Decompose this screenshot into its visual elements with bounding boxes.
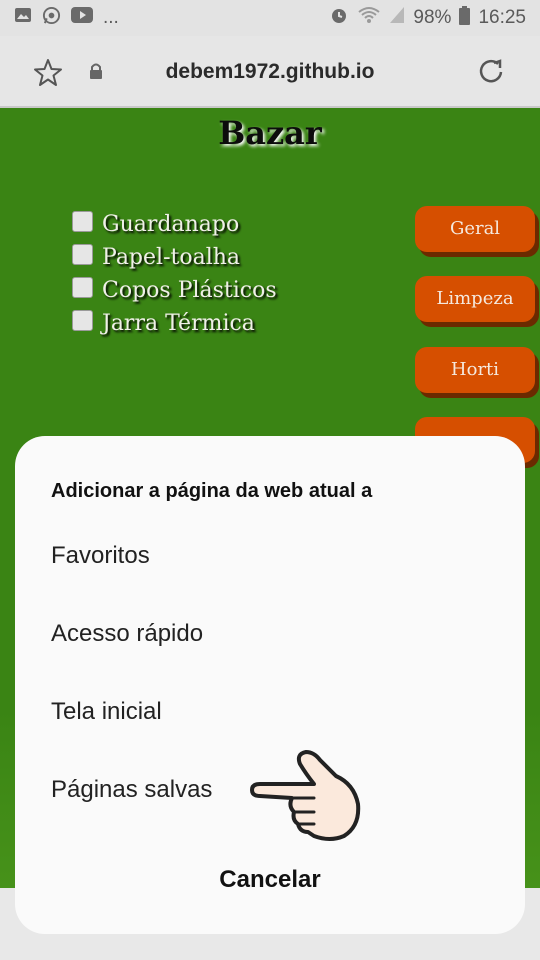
list-item[interactable]: Jarra Térmica bbox=[72, 307, 277, 340]
more-notifications: ... bbox=[103, 7, 119, 28]
list-item[interactable]: Copos Plásticos bbox=[72, 274, 277, 307]
list-item[interactable]: Papel-toalha bbox=[72, 241, 277, 274]
cancel-button[interactable]: Cancelar bbox=[15, 866, 525, 894]
clock: 16:25 bbox=[478, 7, 526, 28]
option-paginas-salvas[interactable]: Páginas salvas bbox=[51, 776, 212, 804]
option-tela-inicial[interactable]: Tela inicial bbox=[51, 698, 162, 726]
wifi-icon bbox=[357, 6, 381, 30]
reload-icon[interactable] bbox=[476, 57, 506, 92]
url-text[interactable]: debem1972.github.io bbox=[0, 60, 540, 84]
item-checklist: Guardanapo Papel-toalha Copos Plásticos … bbox=[72, 208, 277, 340]
page-title: Bazar bbox=[218, 114, 322, 152]
item-label: Jarra Térmica bbox=[102, 311, 255, 336]
pointing-hand-icon bbox=[248, 748, 363, 848]
option-favoritos[interactable]: Favoritos bbox=[51, 542, 150, 570]
browser-url-bar: debem1972.github.io bbox=[0, 36, 540, 108]
item-label: Guardanapo bbox=[102, 212, 240, 237]
status-bar: ... 98% 16:25 bbox=[0, 0, 540, 36]
whatsapp-icon bbox=[42, 6, 61, 31]
category-button-horti[interactable]: Horti bbox=[415, 347, 535, 393]
signal-icon bbox=[389, 6, 405, 30]
checkbox[interactable] bbox=[72, 310, 93, 331]
checkbox[interactable] bbox=[72, 277, 93, 298]
dialog-title: Adicionar a página da web atual a bbox=[51, 480, 373, 502]
category-button-limpeza[interactable]: Limpeza bbox=[415, 276, 535, 322]
checkbox[interactable] bbox=[72, 211, 93, 232]
category-button-geral[interactable]: Geral bbox=[415, 206, 535, 252]
battery-icon bbox=[459, 5, 471, 31]
alarm-icon bbox=[329, 5, 349, 31]
checkbox[interactable] bbox=[72, 244, 93, 265]
youtube-icon bbox=[71, 7, 93, 29]
item-label: Papel-toalha bbox=[102, 245, 241, 270]
gallery-icon bbox=[14, 7, 32, 29]
battery-percent: 98% bbox=[413, 7, 452, 28]
add-page-dialog: Adicionar a página da web atual a Favori… bbox=[15, 436, 525, 934]
list-item[interactable]: Guardanapo bbox=[72, 208, 277, 241]
option-acesso-rapido[interactable]: Acesso rápido bbox=[51, 620, 203, 648]
item-label: Copos Plásticos bbox=[102, 278, 277, 303]
